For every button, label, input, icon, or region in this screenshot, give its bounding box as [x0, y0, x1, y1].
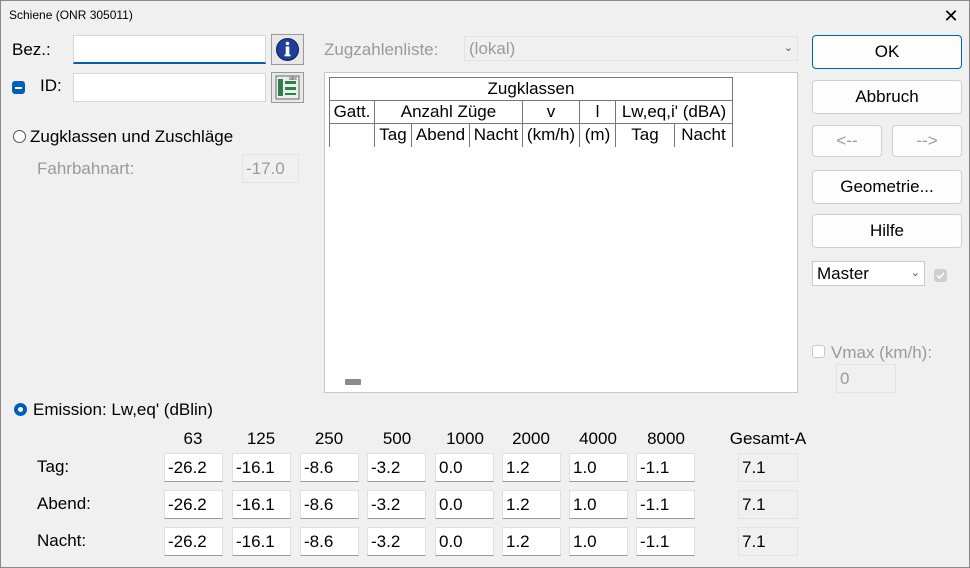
col-nacht: Nacht: [469, 123, 523, 147]
emission-value-cell[interactable]: 1.0: [569, 453, 628, 482]
master-checkbox[interactable]: [934, 269, 947, 282]
emission-value-cell[interactable]: -3.2: [367, 453, 426, 482]
emission-total-cell: 7.1: [738, 490, 798, 519]
emission-value-cell[interactable]: -1.1: [636, 490, 695, 519]
col-lweq: Lw,eq,i' (dBA): [615, 100, 733, 124]
freq-header: 2000: [512, 429, 550, 448]
dialog-window: Schiene (ONR 305011) ✕ Bez.: ID: abc Zug…: [0, 0, 970, 568]
zugzahlenliste-select: (lokal) ⌄: [464, 36, 798, 61]
emission-value-cell[interactable]: -16.1: [232, 490, 291, 519]
hilfe-button[interactable]: Hilfe: [812, 214, 962, 248]
emission-value-cell[interactable]: -1.1: [636, 453, 695, 482]
chevron-down-icon: ⌄: [910, 267, 920, 279]
col-m: (m): [579, 123, 616, 147]
col-l: l: [579, 100, 616, 124]
freq-header: 500: [382, 429, 412, 448]
chevron-down-icon: ⌄: [783, 42, 793, 54]
freq-header: 4000: [579, 429, 617, 448]
check-icon: [936, 272, 945, 280]
ok-button[interactable]: OK: [812, 35, 962, 69]
col-v: v: [522, 100, 580, 124]
zugzahlenliste-value: (lokal): [469, 39, 516, 58]
table-title: Zugklassen: [329, 77, 733, 101]
id-list-button[interactable]: abc: [271, 72, 304, 103]
emission-total-cell: 7.1: [738, 453, 798, 482]
emission-value-cell[interactable]: 0.0: [435, 490, 494, 519]
emission-value-cell[interactable]: 0.0: [435, 453, 494, 482]
title-bar: Schiene (ONR 305011) ✕: [1, 1, 969, 31]
zugklassen-table-area[interactable]: Zugklassen Gatt. Anzahl Züge v l Lw,eq,i…: [324, 72, 798, 393]
id-checkbox[interactable]: [12, 81, 25, 94]
master-value: Master: [817, 264, 869, 283]
id-label: ID:: [40, 76, 62, 95]
emission-value-cell[interactable]: 0.0: [435, 527, 494, 556]
geometrie-button[interactable]: Geometrie...: [812, 170, 962, 204]
emission-value-cell[interactable]: -16.1: [232, 453, 291, 482]
emission-value-cell[interactable]: 1.2: [502, 453, 561, 482]
zugklassen-label: Zugklassen und Zuschläge: [30, 127, 234, 146]
zugklassen-table: Zugklassen Gatt. Anzahl Züge v l Lw,eq,i…: [329, 77, 733, 147]
col-abend: Abend: [411, 123, 470, 147]
svg-text:abc: abc: [289, 76, 298, 82]
emission-value-cell[interactable]: -8.6: [300, 527, 359, 556]
emission-value-cell[interactable]: -3.2: [367, 527, 426, 556]
emission-label: Emission: Lw,eq' (dBlin): [33, 400, 213, 419]
col-gatt: Gatt.: [329, 100, 375, 124]
emission-value-cell[interactable]: -8.6: [300, 490, 359, 519]
next-button[interactable]: -->: [892, 125, 962, 157]
col-lw-tag: Tag: [615, 123, 675, 147]
emission-value-cell[interactable]: -8.6: [300, 453, 359, 482]
emission-row-label: Tag:: [37, 457, 70, 476]
col-anzahl-zuege: Anzahl Züge: [374, 100, 523, 124]
zugzahlenliste-label: Zugzahlenliste:: [324, 40, 439, 59]
freq-header: 125: [246, 429, 276, 448]
vmax-field: 0: [836, 364, 896, 393]
master-select[interactable]: Master ⌄: [812, 261, 925, 286]
window-title: Schiene (ONR 305011): [9, 8, 133, 22]
col-kmh: (km/h): [522, 123, 580, 147]
emission-value-cell[interactable]: 1.2: [502, 527, 561, 556]
close-icon[interactable]: ✕: [937, 3, 965, 29]
vmax-checkbox[interactable]: [812, 345, 825, 358]
emission-value-cell[interactable]: -26.2: [164, 453, 223, 482]
list-icon: abc: [275, 75, 300, 100]
emission-value-cell[interactable]: -26.2: [164, 527, 223, 556]
emission-value-cell[interactable]: -1.1: [636, 527, 695, 556]
emission-radio[interactable]: [14, 403, 27, 416]
abbruch-button[interactable]: Abbruch: [812, 80, 962, 114]
emission-value-cell[interactable]: -16.1: [232, 527, 291, 556]
freq-header: 1000: [446, 429, 484, 448]
bez-label: Bez.:: [12, 40, 51, 59]
horizontal-scrollbar[interactable]: [345, 379, 361, 385]
emission-value-cell[interactable]: 1.0: [569, 527, 628, 556]
emission-total-cell: 7.1: [738, 527, 798, 556]
col-tag: Tag: [374, 123, 412, 147]
zugklassen-radio[interactable]: [13, 130, 26, 143]
emission-value-cell[interactable]: -3.2: [367, 490, 426, 519]
gesamt-header: Gesamt-A: [729, 429, 807, 448]
col-gatt-sub: [329, 123, 375, 147]
info-icon: [276, 38, 299, 61]
fahrbahnart-label: Fahrbahnart:: [37, 159, 135, 178]
freq-header: 63: [183, 429, 203, 448]
emission-value-cell[interactable]: 1.0: [569, 490, 628, 519]
col-lw-nacht: Nacht: [674, 123, 733, 147]
emission-row-label: Nacht:: [37, 531, 87, 550]
info-button[interactable]: [271, 34, 304, 65]
bez-input[interactable]: [73, 35, 266, 64]
vmax-label: Vmax (km/h):: [831, 343, 933, 362]
id-input[interactable]: [73, 73, 266, 102]
freq-header: 8000: [647, 429, 685, 448]
freq-header: 250: [314, 429, 344, 448]
emission-row-label: Abend:: [37, 494, 91, 513]
emission-value-cell[interactable]: -26.2: [164, 490, 223, 519]
fahrbahnart-field: -17.0: [242, 154, 299, 183]
emission-value-cell[interactable]: 1.2: [502, 490, 561, 519]
prev-button[interactable]: <--: [812, 125, 882, 157]
